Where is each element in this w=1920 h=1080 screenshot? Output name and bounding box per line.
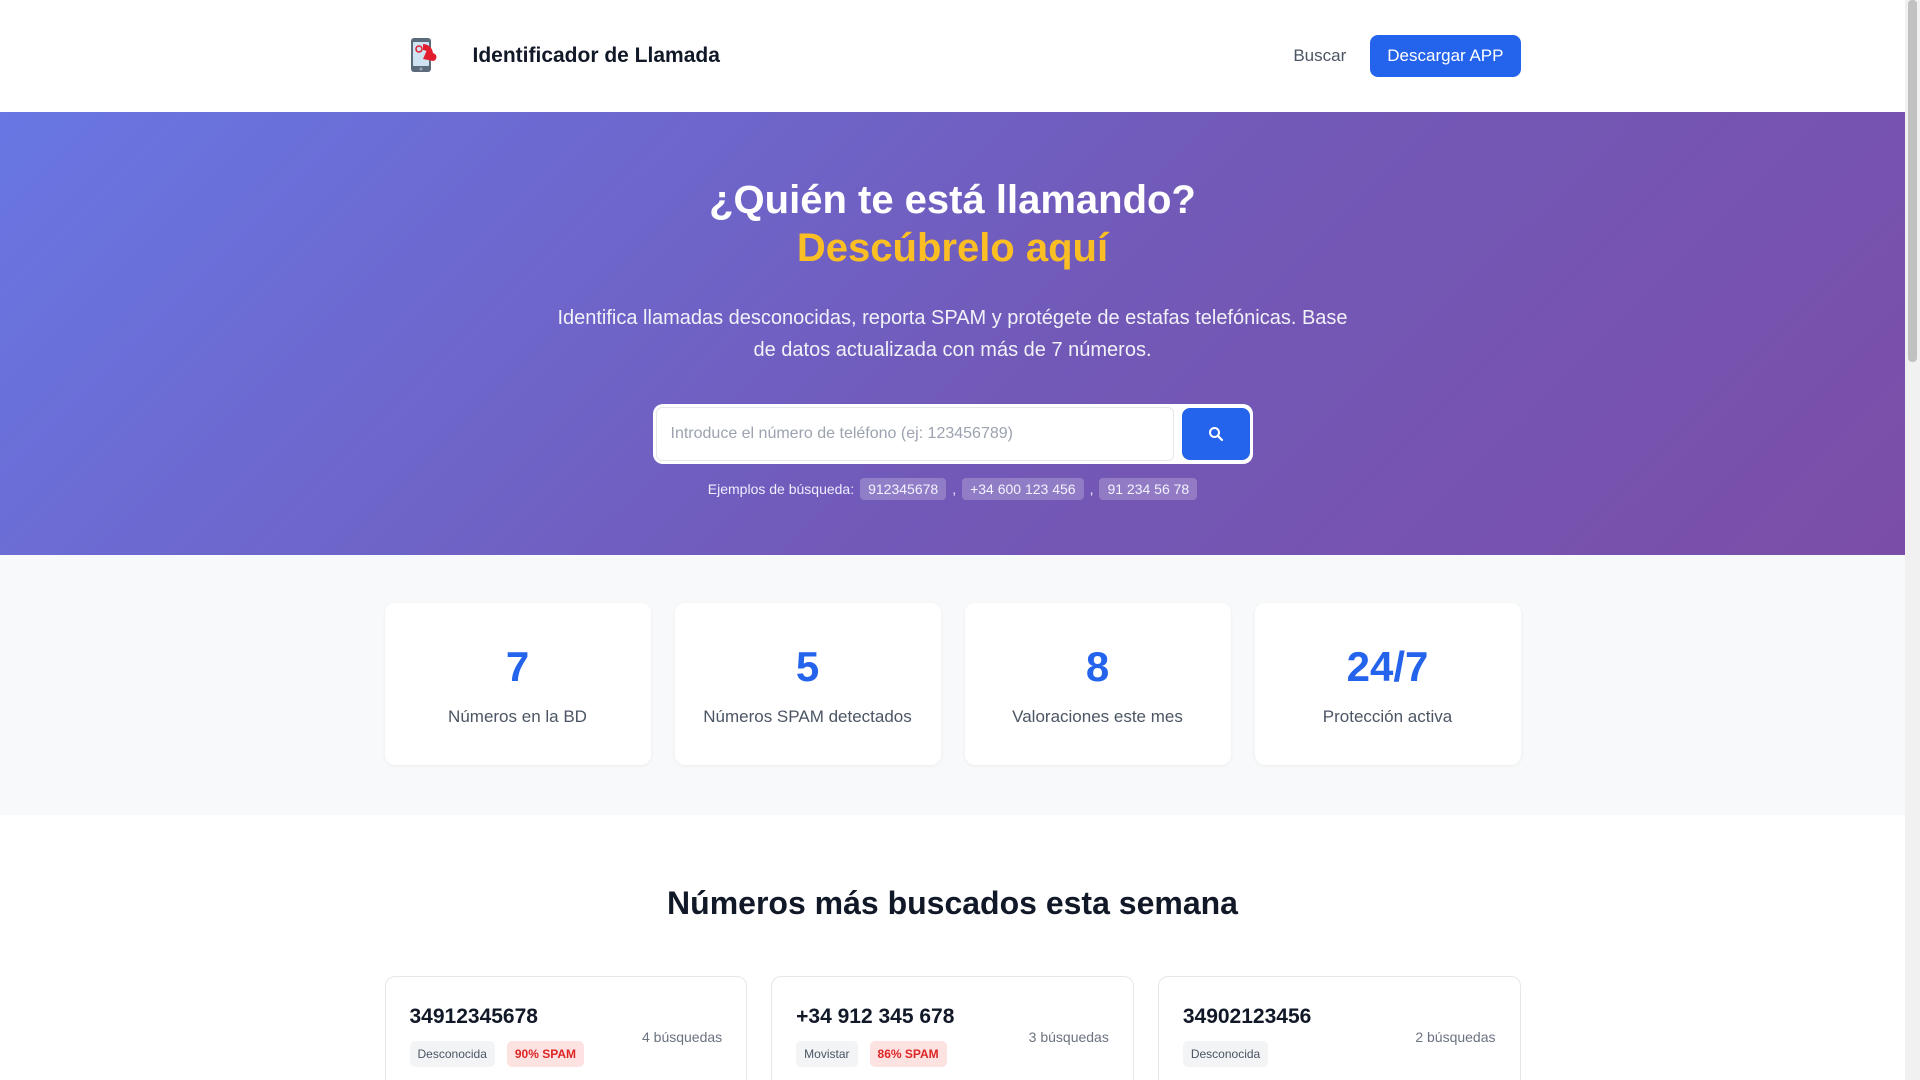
site-header: Identificador de Llamada Buscar Descarga… [0,0,1905,112]
hero-lead: Identifica llamadas desconocidas, report… [557,307,1348,361]
page-scrollbar[interactable] [1905,0,1920,1080]
phone-search-input[interactable] [655,407,1174,461]
stat-label: Números en la BD [448,707,587,726]
hero-title-main: ¿Quién te está llamando? [709,178,1196,222]
phone-number: +34 912 345 678 [796,1005,955,1028]
phone-number: 34902123456 [1182,1005,1312,1028]
brand-name: Identificador de Llamada [472,44,720,67]
operator-badge: Movistar [796,1041,858,1067]
stat-value: 24/7 [1346,643,1429,690]
phone-number: 34912345678 [409,1005,538,1028]
example-chip[interactable]: 912345678 [860,478,947,500]
stat-card: 7 Números en la BD [384,603,651,765]
brand[interactable]: Identificador de Llamada [385,34,720,78]
hero-title-accent: Descúbrelo aquí [796,226,1109,270]
spam-badge: 86% SPAM [869,1041,947,1067]
hero-section: ¿Quién te está llamando? Descúbrelo aquí… [0,112,1905,555]
spam-badge: 90% SPAM [506,1041,585,1067]
stat-card: 24/7 Protección activa [1254,603,1521,765]
phone-logo-icon [403,34,447,78]
stat-value: 5 [795,643,820,690]
nav-search-link[interactable]: Buscar [1293,46,1346,66]
examples-separator: , [1089,481,1094,497]
stat-value: 8 [1085,643,1110,690]
number-card[interactable]: 34912345678 Desconocida 90% SPAM 4 búsqu… [384,976,748,1080]
main-nav: Buscar Descargar APP [1293,35,1521,77]
number-card[interactable]: +34 912 345 678 Movistar 86% SPAM 3 búsq… [771,976,1134,1080]
search-count: 4 búsquedas [641,1029,723,1045]
examples-separator: , [952,481,957,497]
operator-badge: Desconocida [1182,1041,1269,1067]
page: Identificador de Llamada Buscar Descarga… [0,0,1905,1080]
section-title: Números más buscados esta semana [667,885,1238,921]
scrollbar-thumb[interactable] [1908,0,1917,362]
hero-title: ¿Quién te está llamando? Descúbrelo aquí [0,176,1905,272]
number-card[interactable]: 34902123456 Desconocida 2 búsquedas [1157,976,1521,1080]
search-icon [1208,427,1223,442]
examples-label: Ejemplos de búsqueda: [707,481,855,497]
search-count: 3 búsquedas [1028,1029,1109,1045]
stat-card: 5 Números SPAM detectados [674,603,941,765]
stats-section: 7 Números en la BD 5 Números SPAM detect… [0,555,1905,815]
stat-label: Números SPAM detectados [703,707,912,726]
stat-card: 8 Valoraciones este mes [964,603,1231,765]
search-examples: Ejemplos de búsqueda: 912345678 , +34 60… [0,478,1905,500]
stat-value: 7 [505,643,530,690]
example-chip[interactable]: +34 600 123 456 [962,478,1084,500]
stat-label: Protección activa [1322,707,1453,726]
most-searched-section: Números más buscados esta semana 3491234… [0,815,1905,1080]
operator-badge: Desconocida [409,1041,495,1067]
download-app-button[interactable]: Descargar APP [1370,35,1521,77]
stat-label: Valoraciones este mes [1012,707,1183,726]
search-button[interactable] [1181,408,1250,460]
example-chip[interactable]: 91 234 56 78 [1099,478,1198,500]
search-form [652,404,1253,464]
search-count: 2 búsquedas [1415,1029,1496,1045]
